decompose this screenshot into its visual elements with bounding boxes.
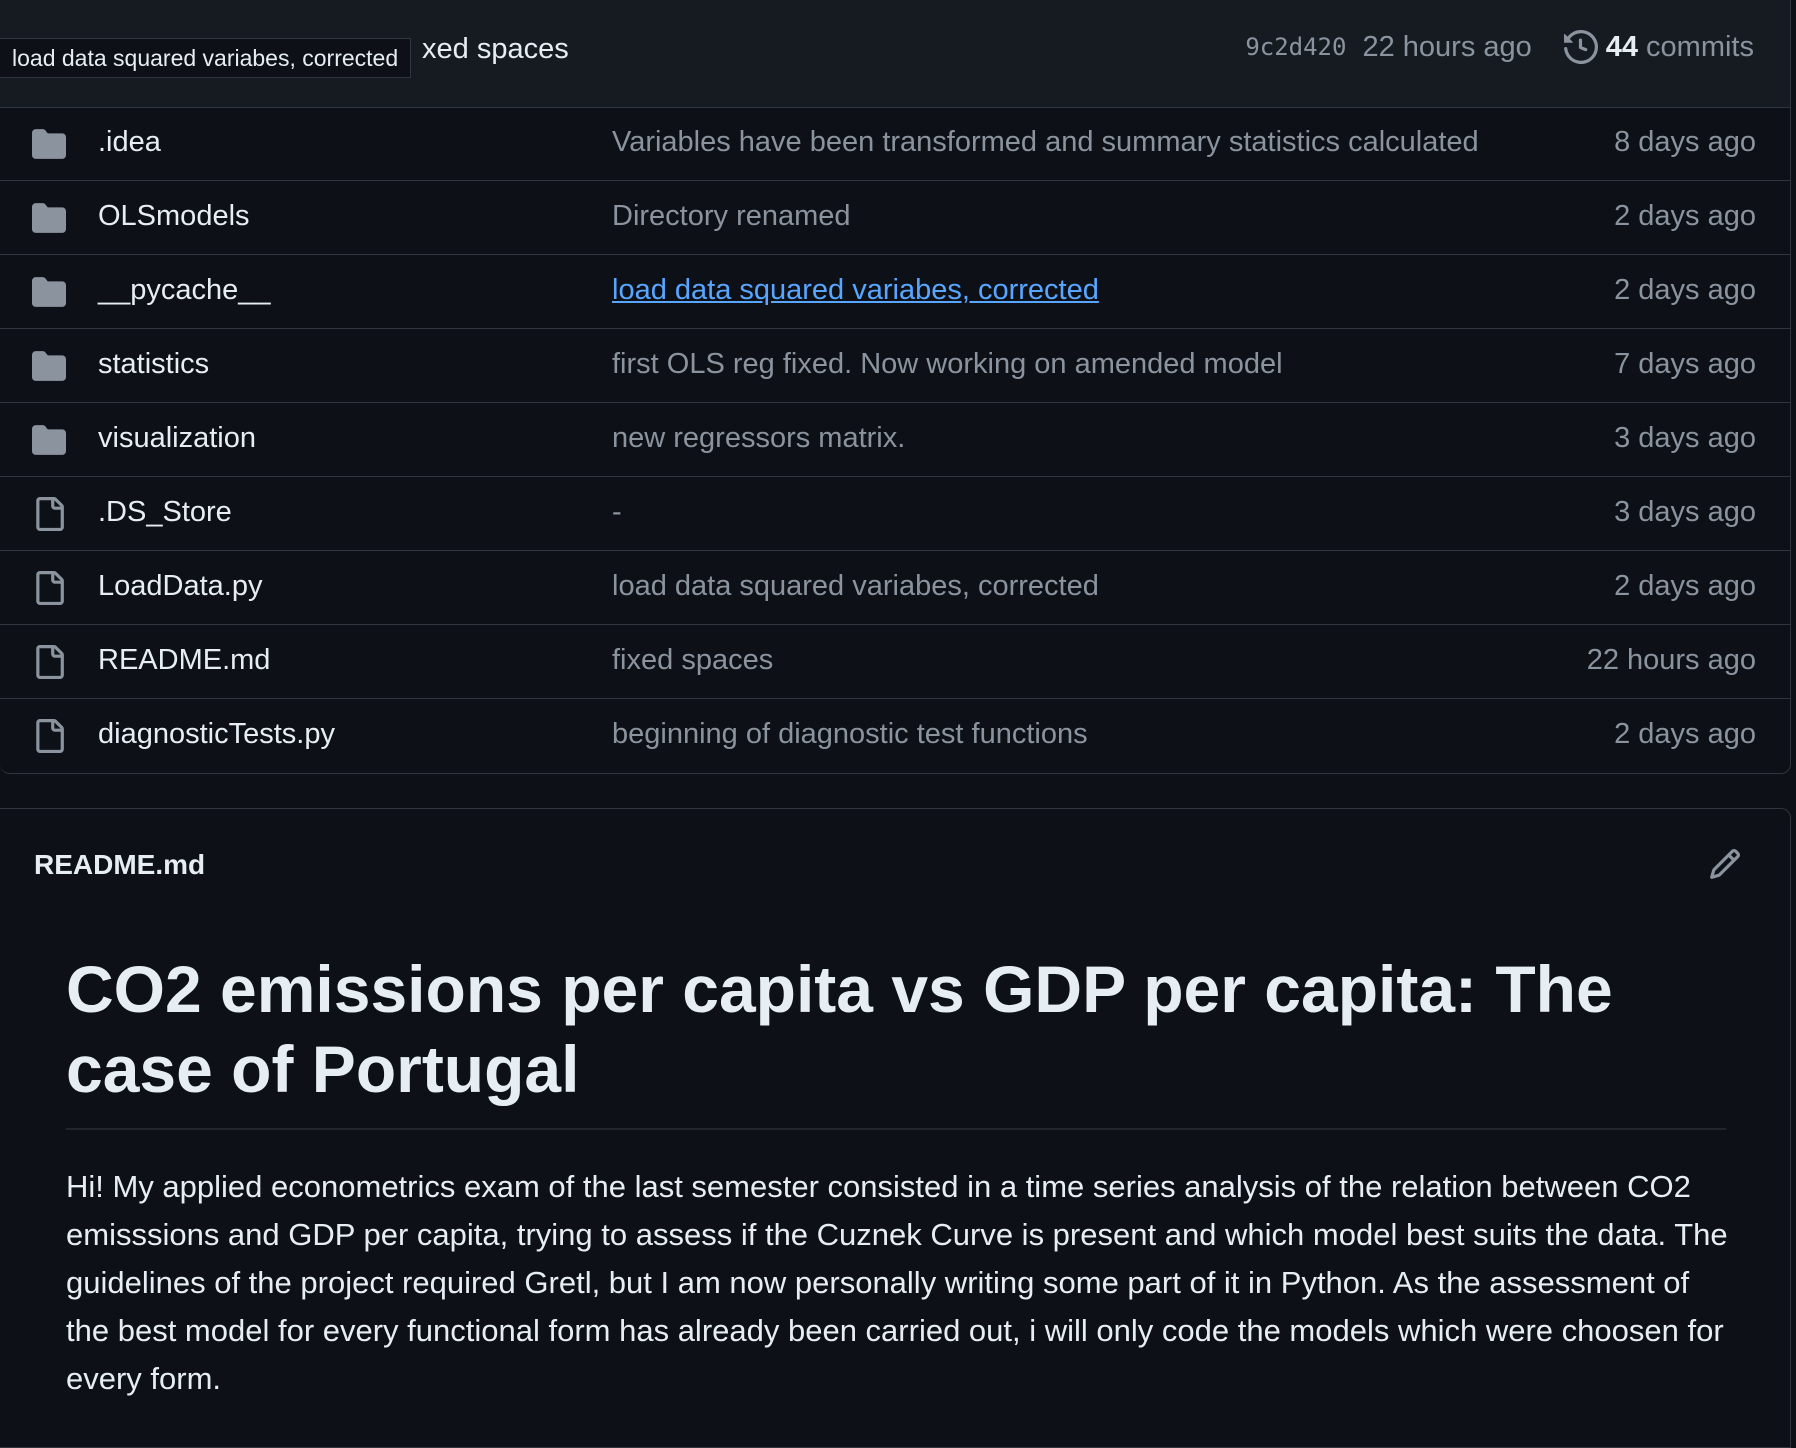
file-age: 8 days ago [1614, 126, 1756, 158]
folder-icon [32, 129, 66, 159]
commits-count: 44 [1605, 30, 1639, 63]
file-name[interactable]: README.md [98, 644, 270, 677]
file-name[interactable]: LoadData.py [98, 570, 262, 603]
file-list: .idea Variables have been transformed an… [0, 107, 1790, 773]
commit-time: 22 hours ago [1362, 30, 1532, 63]
file-row[interactable]: OLSmodels Directory renamed 2 days ago [0, 181, 1790, 255]
file-row[interactable]: .DS_Store - 3 days ago [0, 477, 1790, 551]
file-icon [36, 719, 64, 753]
file-name[interactable]: __pycache__ [98, 274, 271, 307]
readme-file-label[interactable]: README.md [34, 849, 205, 881]
file-commit-message[interactable]: load data squared variabes, corrected [612, 274, 1099, 307]
file-commit-message[interactable]: - [612, 496, 622, 529]
commits-history-link[interactable]: 44 commits [1563, 30, 1754, 64]
readme-heading: CO2 emissions per capita vs GDP per capi… [66, 952, 1613, 1106]
file-row[interactable]: LoadData.py load data squared variabes, … [0, 551, 1790, 625]
file-name[interactable]: .idea [98, 126, 161, 159]
file-row[interactable]: statistics first OLS reg fixed. Now work… [0, 329, 1790, 403]
commit-meta: 9c2d420 22 hours ago 44 commits [1245, 30, 1754, 64]
file-commit-message[interactable]: Directory renamed [612, 200, 851, 233]
file-age: 2 days ago [1614, 200, 1756, 232]
file-age: 3 days ago [1614, 496, 1756, 528]
readme-panel: README.md CO2 emissions per capita vs GD… [0, 808, 1791, 1448]
file-name[interactable]: visualization [98, 422, 256, 455]
commits-label: commits [1646, 30, 1754, 63]
file-commit-message[interactable]: beginning of diagnostic test functions [612, 718, 1088, 751]
file-commit-message[interactable]: first OLS reg fixed. Now working on amen… [612, 348, 1283, 381]
commit-message-tooltip: load data squared variabes, corrected [0, 38, 412, 78]
file-commit-message[interactable]: fixed spaces [612, 644, 773, 677]
file-browser: xed spaces load data squared variabes, c… [0, 0, 1791, 774]
file-row[interactable]: visualization new regressors matrix. 3 d… [0, 403, 1790, 477]
file-name[interactable]: OLSmodels [98, 200, 250, 233]
commit-sha[interactable]: 9c2d420 [1245, 33, 1346, 61]
file-icon [36, 571, 64, 605]
file-row[interactable]: diagnosticTests.py beginning of diagnost… [0, 699, 1790, 773]
file-name[interactable]: statistics [98, 348, 209, 381]
history-icon [1563, 30, 1598, 64]
file-age: 22 hours ago [1586, 644, 1756, 676]
file-commit-message[interactable]: new regressors matrix. [612, 422, 905, 455]
file-icon [36, 497, 64, 531]
file-age: 2 days ago [1614, 274, 1756, 306]
file-age: 2 days ago [1614, 570, 1756, 602]
file-row[interactable]: __pycache__ load data squared variabes, … [0, 255, 1790, 329]
file-age: 3 days ago [1614, 422, 1756, 454]
pencil-icon[interactable] [1708, 847, 1742, 881]
file-age: 2 days ago [1614, 718, 1756, 750]
latest-commit-bar: xed spaces load data squared variabes, c… [0, 0, 1790, 108]
folder-icon [32, 277, 66, 307]
folder-icon [32, 425, 66, 455]
file-name[interactable]: diagnosticTests.py [98, 718, 335, 751]
readme-paragraph: Hi! My applied econometrics exam of the … [66, 1169, 1728, 1396]
file-age: 7 days ago [1614, 348, 1756, 380]
file-icon [36, 645, 64, 679]
folder-icon [32, 351, 66, 381]
file-name[interactable]: .DS_Store [98, 496, 232, 529]
file-row[interactable]: .idea Variables have been transformed an… [0, 107, 1790, 181]
file-commit-message[interactable]: Variables have been transformed and summ… [612, 126, 1479, 159]
file-row[interactable]: README.md fixed spaces 22 hours ago [0, 625, 1790, 699]
heading-divider [66, 1128, 1726, 1130]
file-commit-message[interactable]: load data squared variabes, corrected [612, 570, 1099, 603]
latest-commit-message[interactable]: xed spaces [422, 33, 569, 66]
folder-icon [32, 203, 66, 233]
